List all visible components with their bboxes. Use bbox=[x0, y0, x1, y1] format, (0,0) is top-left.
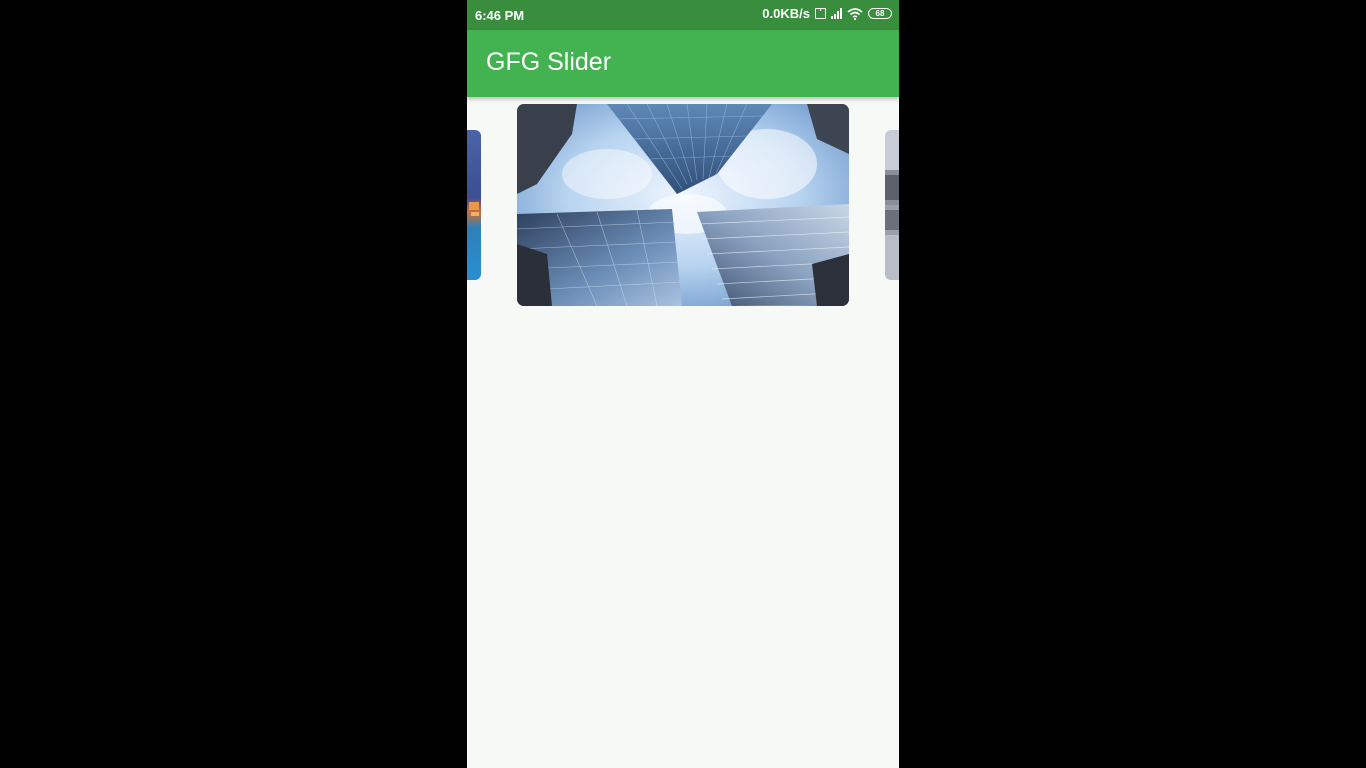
network-speed: 0.0KB/s bbox=[762, 6, 810, 21]
battery-level: 68 bbox=[875, 9, 885, 18]
status-indicators: 0.0KB/s ▪ 68 bbox=[762, 6, 892, 21]
volte-icon: ▪ bbox=[815, 8, 826, 19]
status-bar: 6:46 PM 0.0KB/s ▪ 68 bbox=[467, 0, 899, 30]
skyscrapers-image bbox=[517, 104, 849, 306]
image-carousel[interactable] bbox=[467, 97, 899, 317]
page-title: GFG Slider bbox=[486, 48, 612, 76]
status-time: 6:46 PM bbox=[475, 8, 525, 23]
battery-icon: 68 bbox=[868, 8, 892, 19]
city-waterfront-image bbox=[467, 130, 481, 280]
signal-icon bbox=[831, 8, 842, 19]
carousel-slide-previous[interactable] bbox=[467, 130, 481, 280]
carousel-slide-active[interactable] bbox=[517, 104, 849, 306]
phone-screen: 6:46 PM 0.0KB/s ▪ 68 GFG Slider bbox=[467, 0, 899, 768]
wifi-icon bbox=[847, 7, 863, 20]
carousel-slide-next[interactable] bbox=[885, 130, 899, 280]
app-bar: GFG Slider bbox=[467, 30, 899, 97]
building-reflection-image bbox=[885, 130, 899, 280]
